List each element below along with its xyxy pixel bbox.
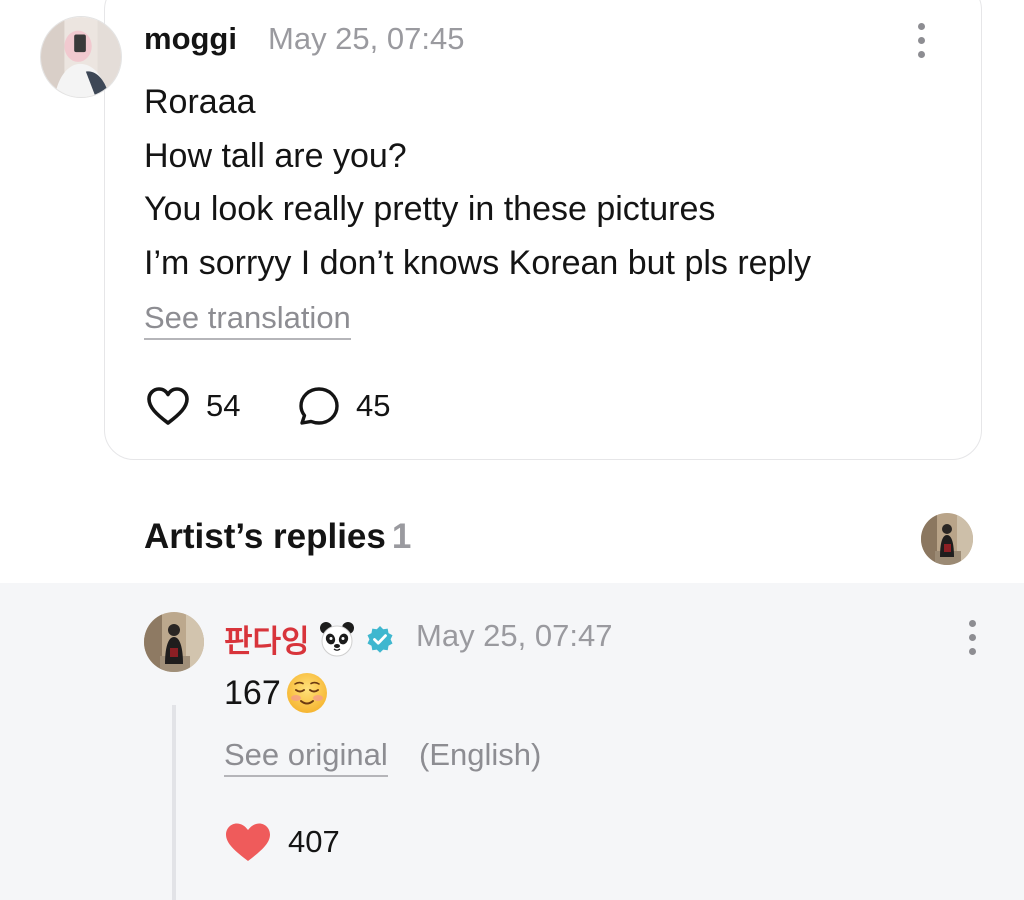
speech-bubble-icon: [299, 387, 339, 425]
original-language-label: (English): [419, 737, 542, 772]
artist-username: 판다잉: [224, 624, 310, 659]
comment-line: Roraaa: [144, 83, 256, 121]
comment-line: I’m sorryy I don’t knows Korean but pls …: [144, 243, 812, 282]
reply-body: 167: [224, 671, 329, 715]
artist-replies-label: Artist’s replies: [144, 517, 386, 556]
thread-line: [172, 705, 176, 900]
reply-count: 45: [356, 388, 391, 423]
artist-replies-count: 1: [391, 517, 412, 556]
comment-line: You look really pretty in these pictures: [144, 190, 716, 228]
like-button[interactable]: 54: [146, 386, 240, 426]
reply-text: 167: [224, 673, 281, 712]
more-vertical-icon[interactable]: [966, 620, 978, 655]
avatar-photo-icon: [41, 17, 121, 97]
comment-body: Roraaa How tall are you? You look really…: [144, 76, 811, 290]
artist-avatar[interactable]: [921, 513, 973, 565]
comment-username[interactable]: moggi: [144, 21, 237, 57]
like-count: 54: [206, 388, 241, 423]
see-original-link[interactable]: See original: [224, 736, 388, 777]
panda-face-icon: [319, 621, 354, 656]
heart-filled-icon: [226, 823, 270, 861]
more-vertical-icon[interactable]: [915, 23, 927, 58]
avatar-photo-icon: [921, 513, 973, 565]
artist-name[interactable]: 판다잉: [224, 616, 394, 661]
comment-line: How tall are you?: [144, 136, 407, 175]
reply-timestamp: May 25, 07:47: [416, 618, 613, 653]
reply-button[interactable]: 45: [298, 386, 390, 426]
avatar-photo-icon: [144, 612, 204, 672]
reply-like-button[interactable]: 407: [224, 821, 340, 863]
smiling-face-icon: [286, 673, 327, 713]
artist-reply-avatar[interactable]: [144, 612, 204, 672]
see-translation-link[interactable]: See translation: [144, 299, 351, 340]
reply-like-count: 407: [288, 824, 340, 859]
user-avatar[interactable]: [40, 16, 122, 98]
artist-replies-title: Artist’s replies 1: [144, 517, 411, 557]
artist-reply-panel: 판다잉 May 25, 07:47 167 See original (Engl…: [0, 583, 1024, 900]
comment-timestamp: May 25, 07:45: [268, 21, 465, 56]
heart-outline-icon: [147, 387, 189, 425]
verified-badge-icon: [367, 625, 393, 653]
